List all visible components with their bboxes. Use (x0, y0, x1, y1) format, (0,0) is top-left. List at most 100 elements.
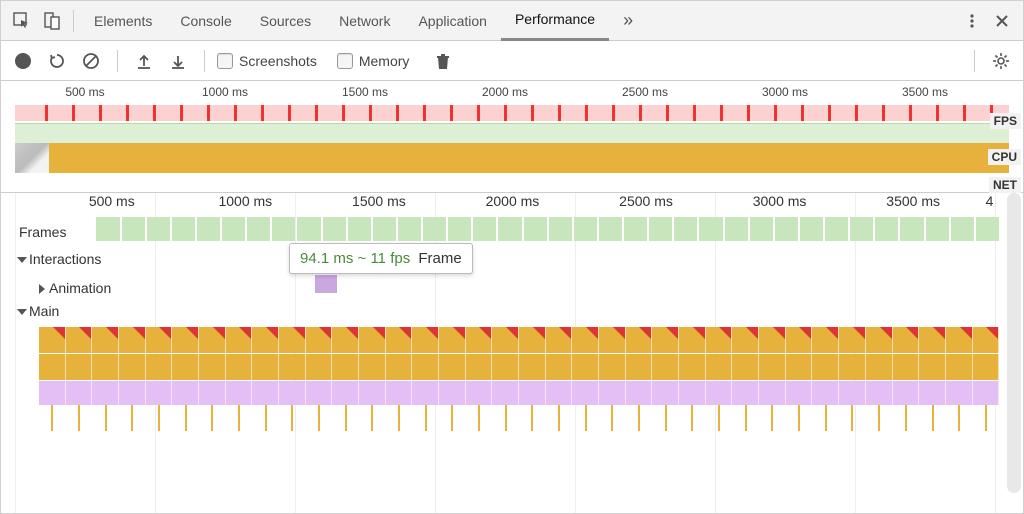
flame-cell[interactable] (306, 327, 333, 353)
frame-block[interactable] (348, 217, 371, 241)
tab-application[interactable]: Application (404, 1, 501, 41)
frame-block[interactable] (699, 217, 722, 241)
frame-block[interactable] (122, 217, 145, 241)
flame-cell[interactable] (332, 381, 359, 405)
flame-cell[interactable] (973, 354, 1000, 380)
flame-cell[interactable] (572, 354, 599, 380)
frame-block[interactable] (448, 217, 471, 241)
flame-cell[interactable] (226, 327, 253, 353)
flame-cell[interactable] (386, 354, 413, 380)
flame-cell[interactable] (146, 381, 173, 405)
flame-cell[interactable] (466, 354, 493, 380)
scrollbar[interactable] (1007, 193, 1021, 493)
flame-cell[interactable] (519, 381, 546, 405)
flame-cell[interactable] (92, 354, 119, 380)
flame-cell[interactable] (546, 327, 573, 353)
flame-cell[interactable] (546, 381, 573, 405)
animation-event[interactable] (315, 275, 337, 293)
main-lane-header[interactable]: Main (15, 301, 999, 321)
frame-block[interactable] (222, 217, 245, 241)
flame-cell[interactable] (652, 354, 679, 380)
flame-cell[interactable] (226, 354, 253, 380)
flame-cell[interactable] (252, 327, 279, 353)
flame-cell[interactable] (919, 381, 946, 405)
flame-cell[interactable] (839, 327, 866, 353)
flame-cell[interactable] (172, 381, 199, 405)
flame-cell[interactable] (866, 354, 893, 380)
frame-block[interactable] (96, 217, 119, 241)
frame-block[interactable] (549, 217, 572, 241)
overview-panel[interactable]: 500 ms1000 ms1500 ms2000 ms2500 ms3000 m… (1, 81, 1023, 193)
flame-cell[interactable] (519, 354, 546, 380)
flame-cell[interactable] (973, 381, 1000, 405)
flame-cell[interactable] (759, 327, 786, 353)
frame-block[interactable] (900, 217, 923, 241)
flame-cell[interactable] (786, 354, 813, 380)
tab-elements[interactable]: Elements (80, 1, 166, 41)
flame-cell[interactable] (652, 327, 679, 353)
flame-cell[interactable] (39, 327, 66, 353)
frame-block[interactable] (473, 217, 496, 241)
frame-block[interactable] (674, 217, 697, 241)
flame-cell[interactable] (492, 381, 519, 405)
flame-cell[interactable] (946, 327, 973, 353)
tab-network[interactable]: Network (325, 1, 404, 41)
flame-cell[interactable] (706, 327, 733, 353)
settings-gear-icon[interactable] (987, 47, 1015, 75)
frames-lane[interactable] (96, 217, 999, 241)
tabs-overflow-icon[interactable]: » (609, 1, 647, 41)
flame-cell[interactable] (252, 381, 279, 405)
frame-block[interactable] (750, 217, 773, 241)
flame-cell[interactable] (759, 381, 786, 405)
screenshots-checkbox[interactable]: Screenshots (217, 53, 317, 69)
device-toolbar-icon[interactable] (37, 6, 67, 36)
frame-block[interactable] (398, 217, 421, 241)
flame-cell[interactable] (412, 381, 439, 405)
flame-cell[interactable] (546, 354, 573, 380)
flame-cell[interactable] (599, 354, 626, 380)
flame-cell[interactable] (92, 381, 119, 405)
memory-checkbox[interactable]: Memory (337, 53, 410, 69)
flame-cell[interactable] (226, 381, 253, 405)
flame-cell[interactable] (812, 354, 839, 380)
frame-block[interactable] (850, 217, 873, 241)
frame-block[interactable] (197, 217, 220, 241)
flame-cell[interactable] (759, 354, 786, 380)
flame-cell[interactable] (359, 327, 386, 353)
inspect-element-icon[interactable] (7, 6, 37, 36)
frame-block[interactable] (649, 217, 672, 241)
flame-cell[interactable] (39, 354, 66, 380)
flame-cell[interactable] (439, 381, 466, 405)
flame-cell[interactable] (626, 381, 653, 405)
flame-cell[interactable] (919, 327, 946, 353)
flame-cell[interactable] (146, 354, 173, 380)
flame-cell[interactable] (359, 381, 386, 405)
flame-cell[interactable] (919, 354, 946, 380)
frame-block[interactable] (725, 217, 748, 241)
flame-cell[interactable] (492, 354, 519, 380)
flame-cell[interactable] (893, 327, 920, 353)
flame-cell[interactable] (439, 354, 466, 380)
flame-cell[interactable] (412, 354, 439, 380)
frames-lane-header[interactable]: Frames (15, 222, 66, 242)
flame-cell[interactable] (412, 327, 439, 353)
flame-cell[interactable] (119, 354, 146, 380)
flame-cell[interactable] (946, 381, 973, 405)
flame-cell[interactable] (572, 381, 599, 405)
tab-performance[interactable]: Performance (501, 1, 609, 41)
flame-cell[interactable] (866, 381, 893, 405)
flame-cell[interactable] (439, 327, 466, 353)
flame-cell[interactable] (492, 327, 519, 353)
record-button[interactable] (9, 47, 37, 75)
flame-cell[interactable] (66, 327, 93, 353)
kebab-menu-icon[interactable] (957, 6, 987, 36)
flame-cell[interactable] (279, 381, 306, 405)
close-devtools-icon[interactable] (987, 6, 1017, 36)
frame-block[interactable] (800, 217, 823, 241)
flame-cell[interactable] (839, 381, 866, 405)
flame-cell[interactable] (199, 327, 226, 353)
flame-cell[interactable] (306, 381, 333, 405)
reload-record-button[interactable] (43, 47, 71, 75)
flame-cell[interactable] (359, 354, 386, 380)
frame-block[interactable] (323, 217, 346, 241)
